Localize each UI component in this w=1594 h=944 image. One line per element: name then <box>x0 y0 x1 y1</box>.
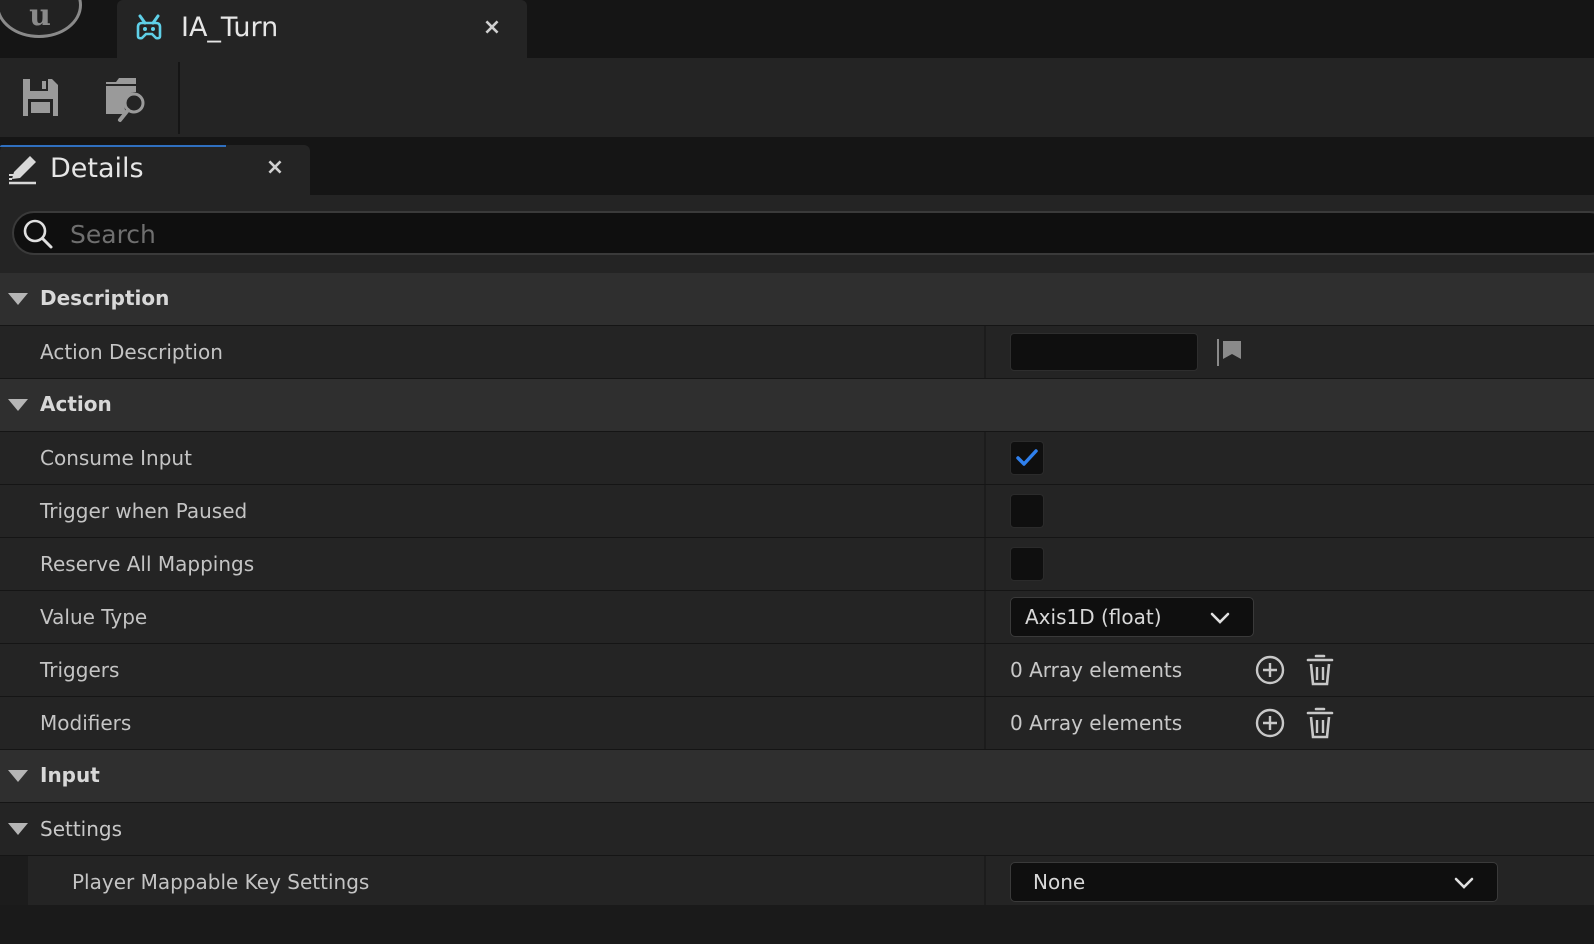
search-icon <box>23 219 53 249</box>
save-icon <box>23 79 58 116</box>
column-divider[interactable] <box>984 591 986 643</box>
toolbar <box>0 58 1594 137</box>
category-description[interactable]: Description <box>0 273 1594 326</box>
property-row-modifiers: Modifiers 0 Array elements <box>0 697 1594 750</box>
array-count: 0 Array elements <box>1010 658 1183 682</box>
logo-letter: u <box>29 0 51 33</box>
property-row-action-description: Action Description <box>0 326 1594 379</box>
dropdown-selected-value: None <box>1033 870 1086 894</box>
save-button[interactable] <box>12 70 68 124</box>
column-divider[interactable] <box>984 485 986 537</box>
chevron-down-icon <box>1210 612 1230 624</box>
property-row-value-type: Value Type Axis1D (float) <box>0 591 1594 644</box>
property-name: Modifiers <box>40 711 132 735</box>
trash-icon[interactable] <box>1303 706 1337 740</box>
property-name: Value Type <box>40 605 148 629</box>
search-input[interactable] <box>68 215 1472 253</box>
details-panel-tab[interactable]: Details × <box>0 145 310 195</box>
column-divider[interactable] <box>984 644 986 696</box>
reserve-all-mappings-checkbox[interactable] <box>1010 547 1044 581</box>
property-row-trigger-when-paused: Trigger when Paused <box>0 485 1594 538</box>
input-action-icon <box>136 14 162 40</box>
property-list: Description Action Description Action Co… <box>0 273 1594 909</box>
array-count: 0 Array elements <box>1010 711 1183 735</box>
localization-flag-icon[interactable] <box>1214 337 1244 367</box>
consume-input-checkbox[interactable] <box>1010 441 1044 475</box>
value-type-dropdown[interactable]: Axis1D (float) <box>1010 597 1254 637</box>
player-mappable-key-settings-dropdown[interactable]: None <box>1010 862 1498 902</box>
column-divider[interactable] <box>984 326 986 378</box>
property-name: Reserve All Mappings <box>40 552 255 576</box>
property-name: Consume Input <box>40 446 192 470</box>
indent-bar <box>0 856 28 908</box>
action-description-field[interactable] <box>1010 333 1198 371</box>
collapse-arrow-icon[interactable] <box>8 293 28 305</box>
close-details-button[interactable]: × <box>262 153 288 183</box>
active-tab-accent <box>0 145 226 147</box>
property-row-reserve-all-mappings: Reserve All Mappings <box>0 538 1594 591</box>
toolbar-separator <box>178 62 180 134</box>
column-divider[interactable] <box>984 697 986 749</box>
unreal-engine-logo-icon[interactable]: u <box>0 0 82 38</box>
property-name: Triggers <box>40 658 120 682</box>
collapse-arrow-icon[interactable] <box>8 399 28 411</box>
search-box[interactable] <box>12 211 1594 255</box>
dropdown-selected-value: Axis1D (float) <box>1025 605 1162 629</box>
close-tab-button[interactable]: × <box>479 14 505 42</box>
collapse-arrow-icon[interactable] <box>8 823 28 835</box>
property-name: Trigger when Paused <box>40 499 248 523</box>
property-row-consume-input: Consume Input <box>0 432 1594 485</box>
column-divider[interactable] <box>984 538 986 590</box>
collapse-arrow-icon[interactable] <box>8 770 28 782</box>
category-action[interactable]: Action <box>0 379 1594 432</box>
browse-to-asset-icon <box>106 78 145 122</box>
panel-tab-strip: Details × <box>0 137 1594 195</box>
column-divider[interactable] <box>984 856 986 908</box>
subcategory-label: Settings <box>40 817 123 841</box>
browse-to-asset-button[interactable] <box>98 70 154 124</box>
details-pencil-icon <box>9 156 36 185</box>
add-element-icon[interactable] <box>1253 653 1287 687</box>
property-name: Action Description <box>40 340 223 364</box>
checkmark-icon <box>1016 449 1038 466</box>
document-tab-title: IA_Turn <box>181 12 279 43</box>
category-label: Action <box>40 392 112 416</box>
category-input[interactable]: Input <box>0 750 1594 803</box>
add-element-icon[interactable] <box>1253 706 1287 740</box>
panel-bottom-empty-area <box>0 905 1594 944</box>
column-divider[interactable] <box>984 432 986 484</box>
property-name: Player Mappable Key Settings <box>72 870 370 894</box>
subcategory-settings[interactable]: Settings <box>0 803 1594 856</box>
category-label: Input <box>40 763 100 787</box>
search-bar-area <box>0 195 1594 273</box>
trash-icon[interactable] <box>1303 653 1337 687</box>
property-row-triggers: Triggers 0 Array elements <box>0 644 1594 697</box>
chevron-down-icon <box>1454 877 1474 889</box>
document-tab[interactable]: IA_Turn × <box>117 0 527 58</box>
category-label: Description <box>40 286 170 310</box>
property-row-player-mappable-key-settings: Player Mappable Key Settings None <box>0 856 1594 909</box>
details-panel-title: Details <box>50 153 144 184</box>
title-bar: u IA_Turn × <box>0 0 1594 58</box>
trigger-when-paused-checkbox[interactable] <box>1010 494 1044 528</box>
